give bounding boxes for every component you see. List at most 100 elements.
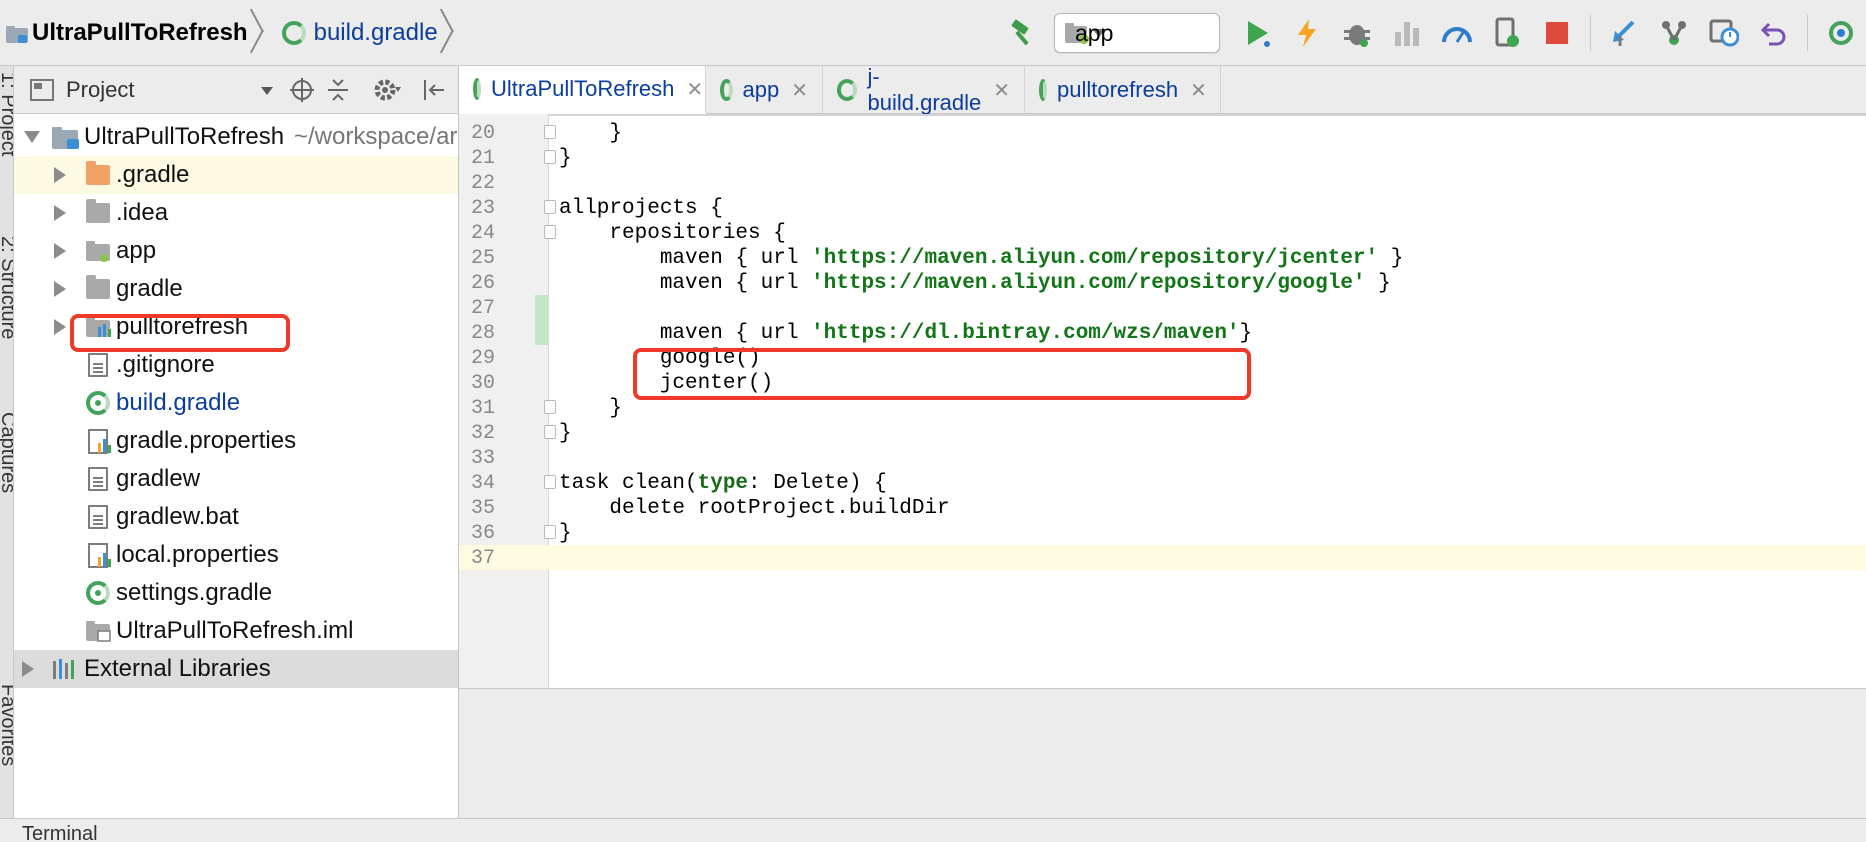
favorites-tool-button[interactable]: Favorites [0,684,13,766]
code-line: 20 } [459,120,1866,145]
code-token: task clean( [559,472,698,495]
terminal-tool-button[interactable]: Terminal [22,823,98,842]
code-token: maven { url [559,272,812,295]
project-tree: UltraPullToRefresh ~/workspace/ar .gradl… [14,118,458,688]
stop-button[interactable] [1532,8,1582,58]
fold-marker-icon[interactable] [544,200,556,214]
line-number: 27 [470,297,495,320]
tab-pulltorefresh[interactable]: pulltorefresh ✕ [1025,66,1221,114]
gradle-icon [86,391,110,415]
tree-item[interactable]: gradle [14,270,458,308]
toolbar-separator [1590,15,1591,51]
code-line: 34 task clean(type: Delete) { [459,470,1866,495]
hide-panel-icon[interactable] [422,78,446,102]
code-text: task clean(type: Delete) { [559,472,887,495]
view-mode-dropdown-icon[interactable] [260,86,274,96]
change-marker[interactable] [535,320,548,345]
line-number: 22 [470,172,495,195]
expand-arrow-icon[interactable] [54,281,66,297]
structure-tool-button[interactable]: 2: Structure [0,236,13,339]
close-icon[interactable]: ✕ [993,78,1010,103]
fold-marker-icon[interactable] [544,525,556,539]
expand-arrow-icon[interactable] [24,131,40,143]
tab-j-build-gradle[interactable]: j-build.gradle ✕ [823,64,1025,115]
tree-item[interactable]: pulltorefresh [14,308,458,346]
line-number: 34 [470,472,495,495]
history-icon [1709,19,1739,47]
vcs-history-button[interactable] [1699,8,1749,58]
bug-icon [1344,25,1370,47]
tree-external-label: External Libraries [84,655,271,682]
hammer-icon [1011,19,1029,46]
attach-debugger-button[interactable] [1432,8,1482,58]
project-tool-button[interactable]: 1: Project [0,72,13,156]
profile-button[interactable] [1382,8,1432,58]
code-text: allprojects { [559,197,723,220]
close-icon[interactable]: ✕ [686,77,703,102]
expand-arrow-icon[interactable] [54,319,66,335]
captures-tool-button[interactable]: Captures [0,412,13,493]
gear-icon[interactable] [374,78,402,102]
vcs-update-button[interactable] [1599,8,1649,58]
vcs-commit-button[interactable] [1649,8,1699,58]
tab-ultrapulltorefresh[interactable]: UltraPullToRefresh ✕ [459,66,706,114]
fold-marker-icon[interactable] [544,150,556,164]
code-editor[interactable]: 20 } 21} 22 23 allprojects { 24 repositor… [459,114,1866,688]
breadcrumb-project[interactable]: UltraPullToRefresh [0,19,258,47]
tree-item[interactable]: .gradle [14,156,458,194]
run-configuration-select[interactable]: app [1054,13,1220,53]
tab-app[interactable]: app ✕ [706,66,823,114]
fold-marker-icon[interactable] [544,125,556,139]
gradle-icon [837,79,858,101]
properties-file-icon [88,429,114,454]
tree-root-row[interactable]: UltraPullToRefresh ~/workspace/ar [14,118,458,156]
close-icon[interactable]: ✕ [791,78,808,103]
code-line: 30 jcenter() [459,370,1866,395]
line-number: 32 [470,422,495,445]
fold-marker-icon[interactable] [544,400,556,414]
close-icon[interactable]: ✕ [1190,78,1207,103]
tree-item[interactable]: gradle.properties [14,422,458,460]
collapse-all-icon[interactable] [326,78,350,102]
revert-button[interactable] [1749,8,1799,58]
expand-arrow-icon[interactable] [54,205,66,221]
expand-arrow-icon[interactable] [54,167,66,183]
line-number: 31 [470,397,495,420]
device-manager-button[interactable] [1482,8,1532,58]
tab-label: j-build.gradle [867,64,982,115]
tree-item[interactable]: build.gradle [14,384,458,422]
code-token: } [1378,247,1404,270]
tree-item[interactable]: .gitignore [14,346,458,384]
make-project-button[interactable] [998,8,1048,58]
text-file-icon [88,505,108,529]
fold-marker-icon[interactable] [544,225,556,239]
tree-item[interactable]: app [14,232,458,270]
tree-item[interactable]: settings.gradle [14,574,458,612]
expand-arrow-icon[interactable] [54,243,66,259]
fold-marker-icon[interactable] [544,475,556,489]
code-token: maven { url [559,247,812,270]
code-text: delete rootProject.buildDir [559,497,950,520]
run-button[interactable] [1232,8,1282,58]
gradle-icon [473,78,481,100]
line-number: 35 [470,497,495,520]
breadcrumb-file[interactable]: build.gradle [276,19,448,47]
tree-item-label: settings.gradle [116,579,273,606]
sync-gradle-button[interactable] [1816,8,1866,58]
expand-arrow-icon[interactable] [22,661,34,677]
breadcrumb: UltraPullToRefresh build.gradle [0,10,466,56]
apply-changes-button[interactable] [1282,8,1332,58]
tree-item[interactable]: UltraPullToRefresh.iml [14,612,458,650]
scroll-from-source-icon[interactable] [290,78,314,102]
debug-button[interactable] [1332,8,1382,58]
tree-item[interactable]: .idea [14,194,458,232]
change-marker[interactable] [535,295,548,320]
tree-item[interactable]: gradlew [14,460,458,498]
code-line: 35 delete rootProject.buildDir [459,495,1866,520]
tree-item[interactable]: gradlew.bat [14,498,458,536]
tree-external-libraries[interactable]: External Libraries [14,650,458,688]
tab-label: UltraPullToRefresh [491,76,675,101]
fold-marker-icon[interactable] [544,425,556,439]
project-panel-title: Project [66,76,135,102]
tree-item[interactable]: local.properties [14,536,458,574]
